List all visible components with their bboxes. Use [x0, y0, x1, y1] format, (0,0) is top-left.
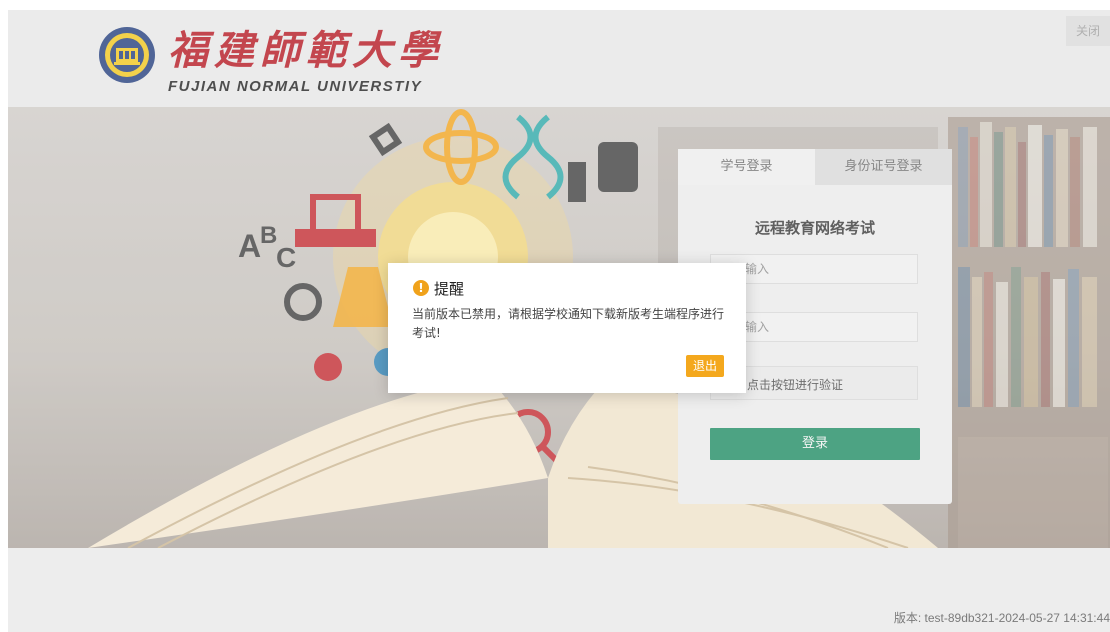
alert-dialog: ! 提醒 当前版本已禁用，请根据学校通知下载新版考生端程序进行考试! 退出	[388, 263, 746, 393]
dialog-message: 当前版本已禁用，请根据学校通知下载新版考生端程序进行考试!	[412, 307, 725, 340]
exit-button[interactable]: 退出	[686, 355, 724, 377]
dialog-title: 提醒	[434, 280, 465, 298]
warning-icon: !	[413, 280, 429, 296]
